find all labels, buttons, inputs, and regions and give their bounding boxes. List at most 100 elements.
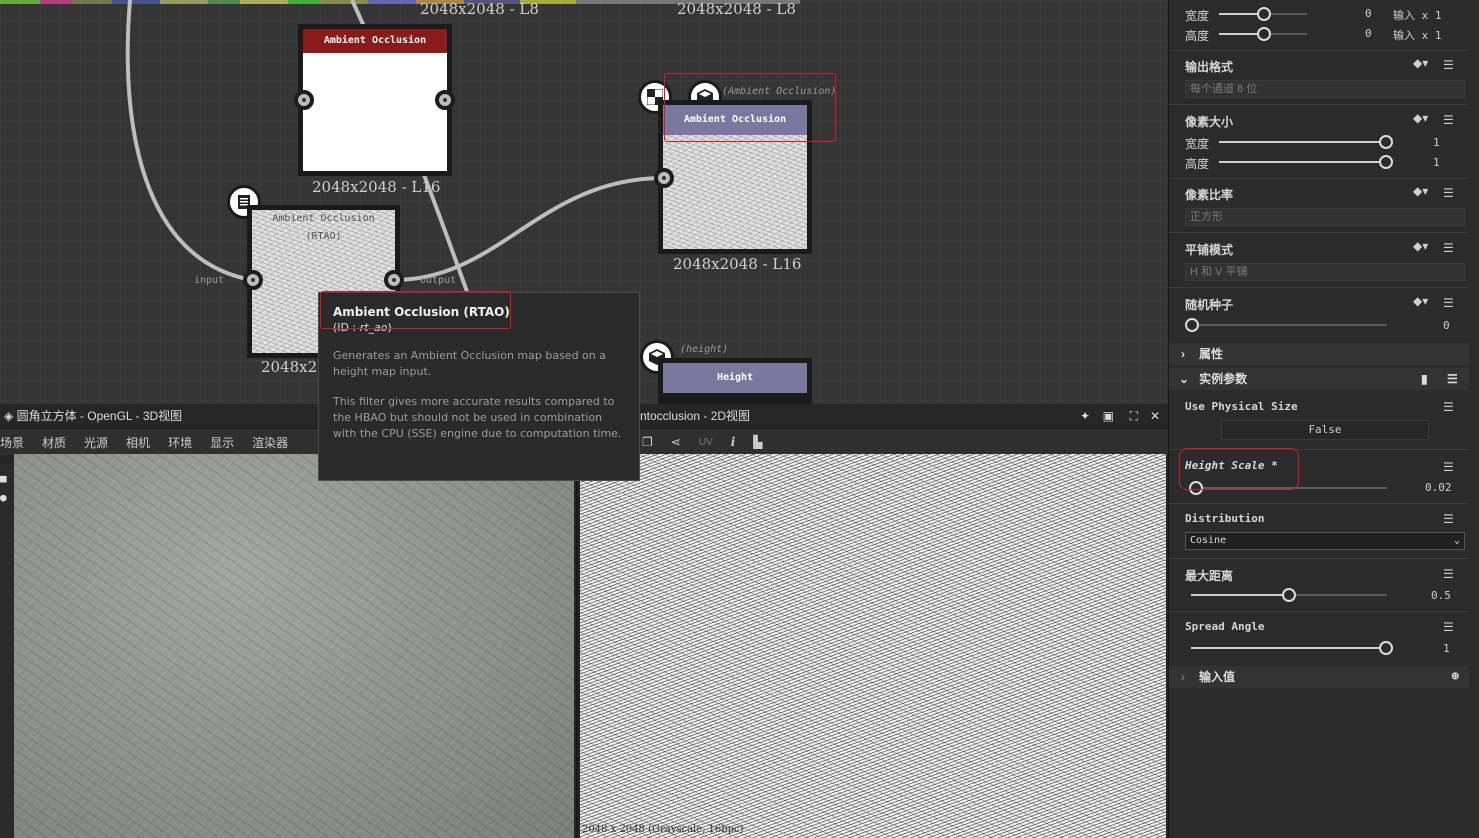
separator — [1169, 50, 1469, 51]
menu-icon[interactable]: ☰ — [1443, 460, 1454, 474]
node-rtao-input-port[interactable] — [243, 270, 263, 290]
link-icon[interactable]: ◆▾ — [1413, 111, 1428, 125]
height-scale-value: 0.02 — [1425, 481, 1452, 494]
menu-icon[interactable]: ☰ — [1443, 186, 1454, 200]
distribution-value: Cosine — [1190, 535, 1227, 546]
node-height-subtitle: (height) — [680, 344, 729, 355]
attributes-label: 属性 — [1199, 347, 1224, 361]
annotation-highlight-ao — [664, 73, 836, 142]
seed-value: 0 — [1443, 319, 1450, 332]
chevron-right-icon: › — [1181, 347, 1185, 361]
view-2d-title: ntocclusion - 2D视图 — [640, 409, 751, 423]
info-icon[interactable]: i — [731, 435, 736, 449]
node-hbao-input-port[interactable] — [294, 90, 314, 110]
close-icon[interactable]: ✕ — [1150, 404, 1160, 428]
view-3d-side-toolbar: ■ ● — [0, 464, 14, 838]
view-3d-canvas[interactable] — [14, 454, 574, 838]
add-icon[interactable]: ⊕ — [1451, 666, 1459, 688]
spread-angle-label: Spread Angle — [1185, 620, 1265, 633]
menu-camera[interactable]: 相机 — [126, 434, 150, 451]
prop-width-value: 0 — [1365, 7, 1372, 20]
annotation-highlight-tooltip — [320, 291, 511, 329]
separator — [1169, 178, 1469, 179]
separator — [1169, 104, 1469, 105]
prop-width-input[interactable]: 输入 x 1 — [1393, 7, 1442, 23]
menu-icon[interactable]: ☰ — [1443, 113, 1454, 127]
menu-display[interactable]: 显示 — [210, 434, 234, 451]
output-format-label: 输出格式 — [1185, 60, 1234, 74]
menu-icon[interactable]: ☰ — [1443, 567, 1454, 581]
input-values-label: 输入值 — [1199, 670, 1236, 684]
prop-height-input[interactable]: 输入 x 1 — [1393, 27, 1442, 43]
node-hbao-output-port[interactable] — [435, 90, 455, 110]
view-2d-canvas[interactable] — [580, 454, 1166, 838]
node-height[interactable]: Height — [658, 358, 812, 404]
link-icon[interactable]: ◆▾ — [1413, 239, 1428, 253]
link-icon[interactable]: ◆▾ — [1413, 294, 1428, 308]
attributes-section[interactable]: › 属性 — [1169, 343, 1469, 365]
pixel-width-slider-knob[interactable] — [1379, 135, 1393, 149]
menu-icon[interactable]: ☰ — [1443, 241, 1454, 255]
pixel-ratio-dropdown[interactable]: 正方形 — [1185, 208, 1465, 226]
camera-icon[interactable]: ■ — [0, 472, 14, 485]
share-icon[interactable]: ⋖ — [671, 435, 681, 449]
max-distance-knob[interactable] — [1282, 588, 1296, 602]
prop-height-label: 高度 — [1185, 29, 1210, 43]
pixel-height-slider-knob[interactable] — [1379, 155, 1393, 169]
menu-light[interactable]: 光源 — [84, 434, 108, 451]
width-slider-knob[interactable] — [1257, 7, 1271, 21]
tiling-label: 平铺模式 — [1185, 243, 1234, 257]
copy-icon[interactable]: ❐ — [642, 435, 653, 449]
view-2d-toolbar: ❐ ⋖ UV i ▙ — [578, 429, 1168, 455]
node-height-title: Height — [663, 363, 807, 393]
max-distance-label: 最大距离 — [1185, 569, 1234, 583]
chevron-down-icon: ⌄ — [1179, 372, 1190, 386]
pixel-size-height-value: 1 — [1433, 156, 1440, 169]
node-hbao[interactable]: Ambient Occlusion (HBAO) — [298, 24, 452, 176]
port-label-input: input — [194, 275, 225, 286]
distribution-dropdown[interactable]: Cosine ⌄ — [1185, 532, 1465, 550]
instance-params-section[interactable]: ⌄ 实例参数 ▮ ☰ — [1169, 368, 1469, 390]
menu-icon[interactable]: ☰ — [1443, 512, 1454, 526]
cube-small-icon: ◈ — [4, 409, 14, 423]
pin-icon[interactable]: ✦ — [1080, 404, 1090, 428]
pixel-size-width-label: 宽度 — [1185, 137, 1210, 151]
light-icon[interactable]: ● — [0, 491, 14, 504]
height-slider-knob[interactable] — [1257, 27, 1271, 41]
menu-icon[interactable]: ☰ — [1443, 620, 1454, 634]
chevron-down-icon: ⌄ — [1453, 535, 1460, 546]
seed-label: 随机种子 — [1185, 298, 1234, 312]
separator — [1169, 503, 1469, 504]
output-format-dropdown[interactable]: 每个通道 8 位 — [1185, 80, 1465, 98]
link-icon[interactable]: ◆▾ — [1413, 56, 1428, 70]
pixel-ratio-label: 像素比率 — [1185, 188, 1234, 202]
spread-angle-knob[interactable] — [1379, 641, 1393, 655]
histogram-icon[interactable]: ▙ — [753, 435, 762, 449]
maximize-icon[interactable]: ▣ — [1103, 404, 1114, 428]
seed-slider-knob[interactable] — [1185, 318, 1199, 332]
max-distance-value: 0.5 — [1431, 589, 1451, 602]
node-rtao-title: Ambient Occlusion (RTAO) — [272, 213, 375, 242]
node-rtao-output-port[interactable] — [384, 270, 404, 290]
bookmark-icon[interactable]: ▮ — [1421, 368, 1428, 390]
menu-icon[interactable]: ☰ — [1443, 296, 1454, 310]
node-ao-input-port[interactable] — [654, 168, 674, 188]
menu-icon[interactable]: ☰ — [1443, 58, 1454, 72]
menu-material[interactable]: 材质 — [42, 434, 66, 451]
menu-icon[interactable]: ☰ — [1443, 400, 1454, 414]
menu-renderer[interactable]: 渲染器 — [252, 434, 288, 451]
uv-toggle[interactable]: UV — [699, 437, 713, 448]
use-physical-size-toggle[interactable]: False — [1221, 420, 1429, 440]
properties-panel: 宽度 0 输入 x 1 高度 0 输入 x 1 输出格式 ◆▾ ☰ 每个通道 8… — [1168, 0, 1479, 838]
tiling-dropdown[interactable]: H 和 V 平铺 — [1185, 263, 1465, 281]
distribution-label: Distribution — [1185, 512, 1265, 525]
menu-scene[interactable]: 场景 — [0, 434, 24, 451]
fullscreen-icon[interactable]: ⛶ — [1130, 404, 1138, 428]
menu-icon[interactable]: ☰ — [1447, 368, 1458, 390]
spread-angle-fill — [1191, 647, 1387, 649]
separator — [1169, 287, 1469, 288]
separator — [1169, 558, 1469, 559]
menu-environment[interactable]: 环境 — [168, 434, 192, 451]
input-values-section[interactable]: › 输入值 ⊕ — [1169, 666, 1469, 688]
link-icon[interactable]: ◆▾ — [1413, 184, 1428, 198]
